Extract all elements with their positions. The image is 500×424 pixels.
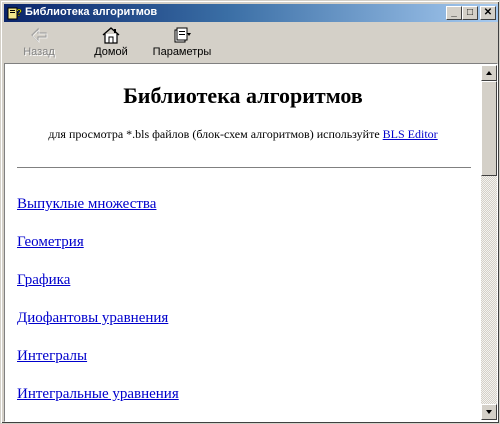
category-link[interactable]: Геометрия	[17, 234, 84, 250]
back-button[interactable]: Назад	[16, 25, 62, 61]
list-item: Геометрия	[17, 233, 179, 271]
window-title: Библиотека алгоритмов	[25, 6, 158, 18]
help-book-icon: ?	[7, 7, 22, 20]
help-window: ? Библиотека алгоритмов _ □ ✕ Назад Домо…	[0, 0, 500, 424]
list-item: Графика	[17, 271, 179, 309]
close-icon: ✕	[483, 7, 493, 18]
category-link[interactable]: Выпуклые множества	[17, 196, 156, 212]
list-item: Диофантовы уравнения	[17, 309, 179, 347]
help-content[interactable]: Библиотека алгоритмов для просмотра *.bl…	[6, 65, 480, 420]
close-button[interactable]: ✕	[480, 6, 496, 20]
content-frame: Библиотека алгоритмов для просмотра *.bl…	[4, 63, 498, 422]
arrow-up-icon	[486, 71, 492, 75]
subtitle-text: для просмотра *.bls файлов (блок-схем ал…	[48, 127, 383, 141]
options-button[interactable]: Параметры	[146, 25, 218, 61]
maximize-icon: □	[466, 7, 474, 18]
minimize-icon: _	[451, 7, 457, 18]
vertical-scrollbar[interactable]	[481, 65, 497, 420]
minimize-button[interactable]: _	[446, 6, 462, 20]
category-link[interactable]: Интегралы	[17, 348, 87, 364]
scroll-thumb[interactable]	[481, 81, 497, 176]
arrow-down-icon	[486, 410, 492, 414]
options-icon	[174, 27, 191, 43]
scroll-up-button[interactable]	[481, 65, 497, 81]
maximize-button[interactable]: □	[462, 6, 478, 20]
options-label: Параметры	[152, 46, 212, 58]
subtitle: для просмотра *.bls файлов (блок-схем ал…	[6, 127, 480, 142]
category-link[interactable]: Графика	[17, 272, 70, 288]
scroll-down-button[interactable]	[481, 404, 497, 420]
horizontal-rule	[17, 167, 471, 169]
category-link[interactable]: Интегральные уравнения	[17, 386, 179, 402]
title-bar[interactable]: ? Библиотека алгоритмов _ □ ✕	[4, 4, 498, 22]
category-list: Выпуклые множества Геометрия Графика Дио…	[17, 195, 179, 420]
back-arrow-icon	[31, 27, 48, 43]
page-title: Библиотека алгоритмов	[123, 83, 363, 108]
home-label: Домой	[94, 46, 128, 58]
back-label: Назад	[23, 46, 55, 58]
toolbar: Назад Домой Параметры	[4, 23, 498, 63]
bls-editor-link[interactable]: BLS Editor	[383, 127, 438, 141]
list-item: Выпуклые множества	[17, 195, 179, 233]
svg-text:?: ?	[16, 8, 22, 19]
category-link[interactable]: Диофантовы уравнения	[17, 310, 168, 326]
house-icon	[102, 27, 120, 44]
list-item: Интегральные уравнения	[17, 385, 179, 420]
home-button[interactable]: Домой	[86, 25, 136, 61]
list-item: Интегралы	[17, 347, 179, 385]
